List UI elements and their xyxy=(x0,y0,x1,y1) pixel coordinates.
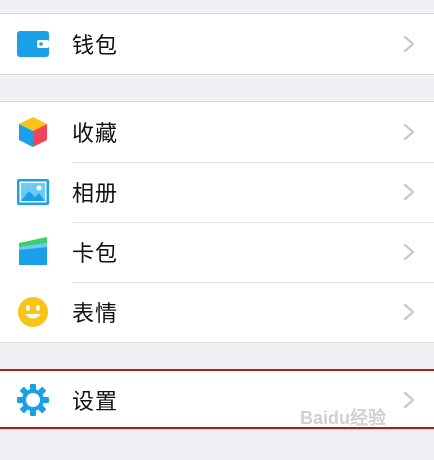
card-package-icon xyxy=(16,235,50,269)
wallet-group: 钱包 xyxy=(0,13,434,75)
menu-item-album[interactable]: 相册 xyxy=(0,162,434,222)
chevron-right-icon xyxy=(403,123,415,141)
menu-item-label: 卡包 xyxy=(72,242,119,267)
gear-icon xyxy=(16,383,50,417)
menu-item-label: 钱包 xyxy=(72,34,119,59)
chevron-right-icon xyxy=(403,391,415,409)
album-photo-icon xyxy=(16,175,50,209)
menu-item-label: 收藏 xyxy=(72,122,119,147)
smiley-face-icon xyxy=(16,295,50,329)
menu-item-label: 设置 xyxy=(72,390,119,415)
favorites-cube-icon xyxy=(16,115,50,149)
menu-item-label: 相册 xyxy=(72,182,119,207)
content-group: 收藏 相册 卡包 表情 xyxy=(0,101,434,343)
menu-item-stickers[interactable]: 表情 xyxy=(0,282,434,342)
wallet-icon xyxy=(16,27,50,61)
chevron-right-icon xyxy=(403,303,415,321)
chevron-right-icon xyxy=(403,35,415,53)
chevron-right-icon xyxy=(403,183,415,201)
baidu-watermark: Baidu经验 xyxy=(300,408,387,428)
menu-item-label: 表情 xyxy=(72,302,119,327)
menu-item-card-package[interactable]: 卡包 xyxy=(0,222,434,282)
menu-item-favorites[interactable]: 收藏 xyxy=(0,102,434,162)
chevron-right-icon xyxy=(403,243,415,261)
menu-item-wallet[interactable]: 钱包 xyxy=(0,14,434,74)
